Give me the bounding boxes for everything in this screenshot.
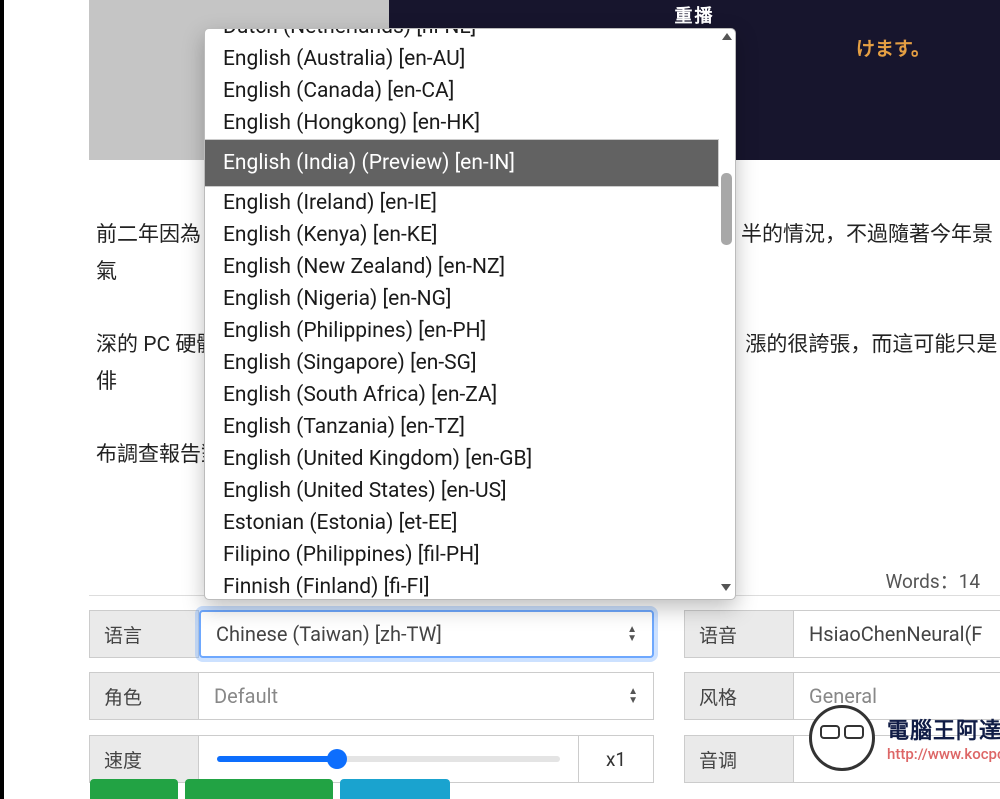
dropdown-item[interactable]: English (New Zealand) [en-NZ] [205, 251, 719, 283]
chevrons-icon: ▲▼ [628, 687, 638, 705]
word-count: Words：14 [885, 567, 980, 594]
voice-label: 语音 [684, 610, 794, 658]
dropdown-item[interactable]: English (Hongkong) [en-HK] [205, 107, 719, 139]
dropdown-list: Dutch (Netherlands) [nl-NL]English (Aust… [205, 29, 719, 599]
pitch-label: 音调 [684, 735, 794, 783]
slider-track [217, 756, 560, 762]
dropdown-item[interactable]: English (Singapore) [en-SG] [205, 347, 719, 379]
replay-button[interactable]: 重播 [675, 2, 715, 28]
pitch-row: 音调 [684, 735, 1000, 783]
role-row: 角色 Default ▲▼ [89, 672, 654, 720]
dropdown-item[interactable]: English (Canada) [en-CA] [205, 75, 719, 107]
style-select[interactable]: General [794, 672, 1000, 720]
dropdown-item[interactable]: English (South Africa) [en-ZA] [205, 379, 719, 411]
role-label: 角色 [89, 672, 199, 720]
article-line2-left: 深的 PC 硬骸 [96, 333, 217, 357]
role-select[interactable]: Default ▲▼ [199, 672, 654, 720]
dropdown-item[interactable]: English (Ireland) [en-IE] [205, 187, 719, 219]
speed-value: x1 [579, 735, 654, 783]
slider-thumb[interactable] [327, 749, 347, 769]
voice-select[interactable]: HsiaoChenNeural(F [794, 610, 1000, 658]
blue-button[interactable] [340, 779, 450, 799]
dropdown-item[interactable]: Finnish (Finland) [fi-FI] [205, 571, 719, 599]
dropdown-item[interactable]: English (Kenya) [en-KE] [205, 219, 719, 251]
dropdown-item[interactable]: Estonian (Estonia) [et-EE] [205, 507, 719, 539]
dropdown-item[interactable]: English (Nigeria) [en-NG] [205, 283, 719, 315]
page-root: 重播 けます。 前二年因為半的情況，不過隨著今年景氣 深的 PC 硬骸漲的很誇張… [0, 0, 1000, 799]
article-line1-left: 前二年因為 [96, 223, 201, 247]
scroll-down-icon[interactable] [721, 584, 731, 591]
language-select-value: Chinese (Taiwan) [zh-TW] [216, 622, 442, 646]
dropdown-item[interactable]: Filipino (Philippines) [fil-PH] [205, 539, 719, 571]
style-row: 风格 General [684, 672, 1000, 720]
dropdown-item[interactable]: English (Tanzania) [en-TZ] [205, 411, 719, 443]
green-button-2[interactable] [185, 779, 333, 799]
dropdown-item[interactable]: English (United Kingdom) [en-GB] [205, 443, 719, 475]
speed-slider[interactable] [199, 735, 579, 783]
dropdown-scrollbar[interactable] [720, 33, 733, 595]
slider-fill [217, 756, 337, 762]
language-row: 语言 Chinese (Taiwan) [zh-TW] ▲▼ [89, 610, 654, 658]
green-button-1[interactable] [90, 779, 178, 799]
chevrons-icon: ▲▼ [627, 625, 637, 643]
dropdown-item[interactable]: Dutch (Netherlands) [nl-NL] [205, 29, 719, 43]
style-select-value: General [809, 684, 877, 708]
voice-select-value: HsiaoChenNeural(F [809, 622, 982, 646]
role-select-value: Default [214, 684, 278, 708]
dropdown-item[interactable]: English (Philippines) [en-PH] [205, 315, 719, 347]
scroll-up-icon[interactable] [722, 33, 732, 40]
style-label: 风格 [684, 672, 794, 720]
dropdown-item[interactable]: English (India) (Preview) [en-IN] [205, 139, 719, 187]
jp-caption: けます。 [856, 34, 930, 61]
language-select[interactable]: Chinese (Taiwan) [zh-TW] ▲▼ [199, 610, 654, 658]
scrollbar-thumb[interactable] [721, 173, 732, 245]
dropdown-item[interactable]: English (Australia) [en-AU] [205, 43, 719, 75]
voice-row: 语音 HsiaoChenNeural(F [684, 610, 1000, 658]
language-label: 语言 [89, 610, 199, 658]
dropdown-item[interactable]: English (United States) [en-US] [205, 475, 719, 507]
pitch-select[interactable] [794, 735, 1000, 783]
speed-label: 速度 [89, 735, 199, 783]
speed-row: 速度 x1 [89, 735, 654, 783]
language-dropdown[interactable]: Dutch (Netherlands) [nl-NL]English (Aust… [204, 28, 736, 600]
